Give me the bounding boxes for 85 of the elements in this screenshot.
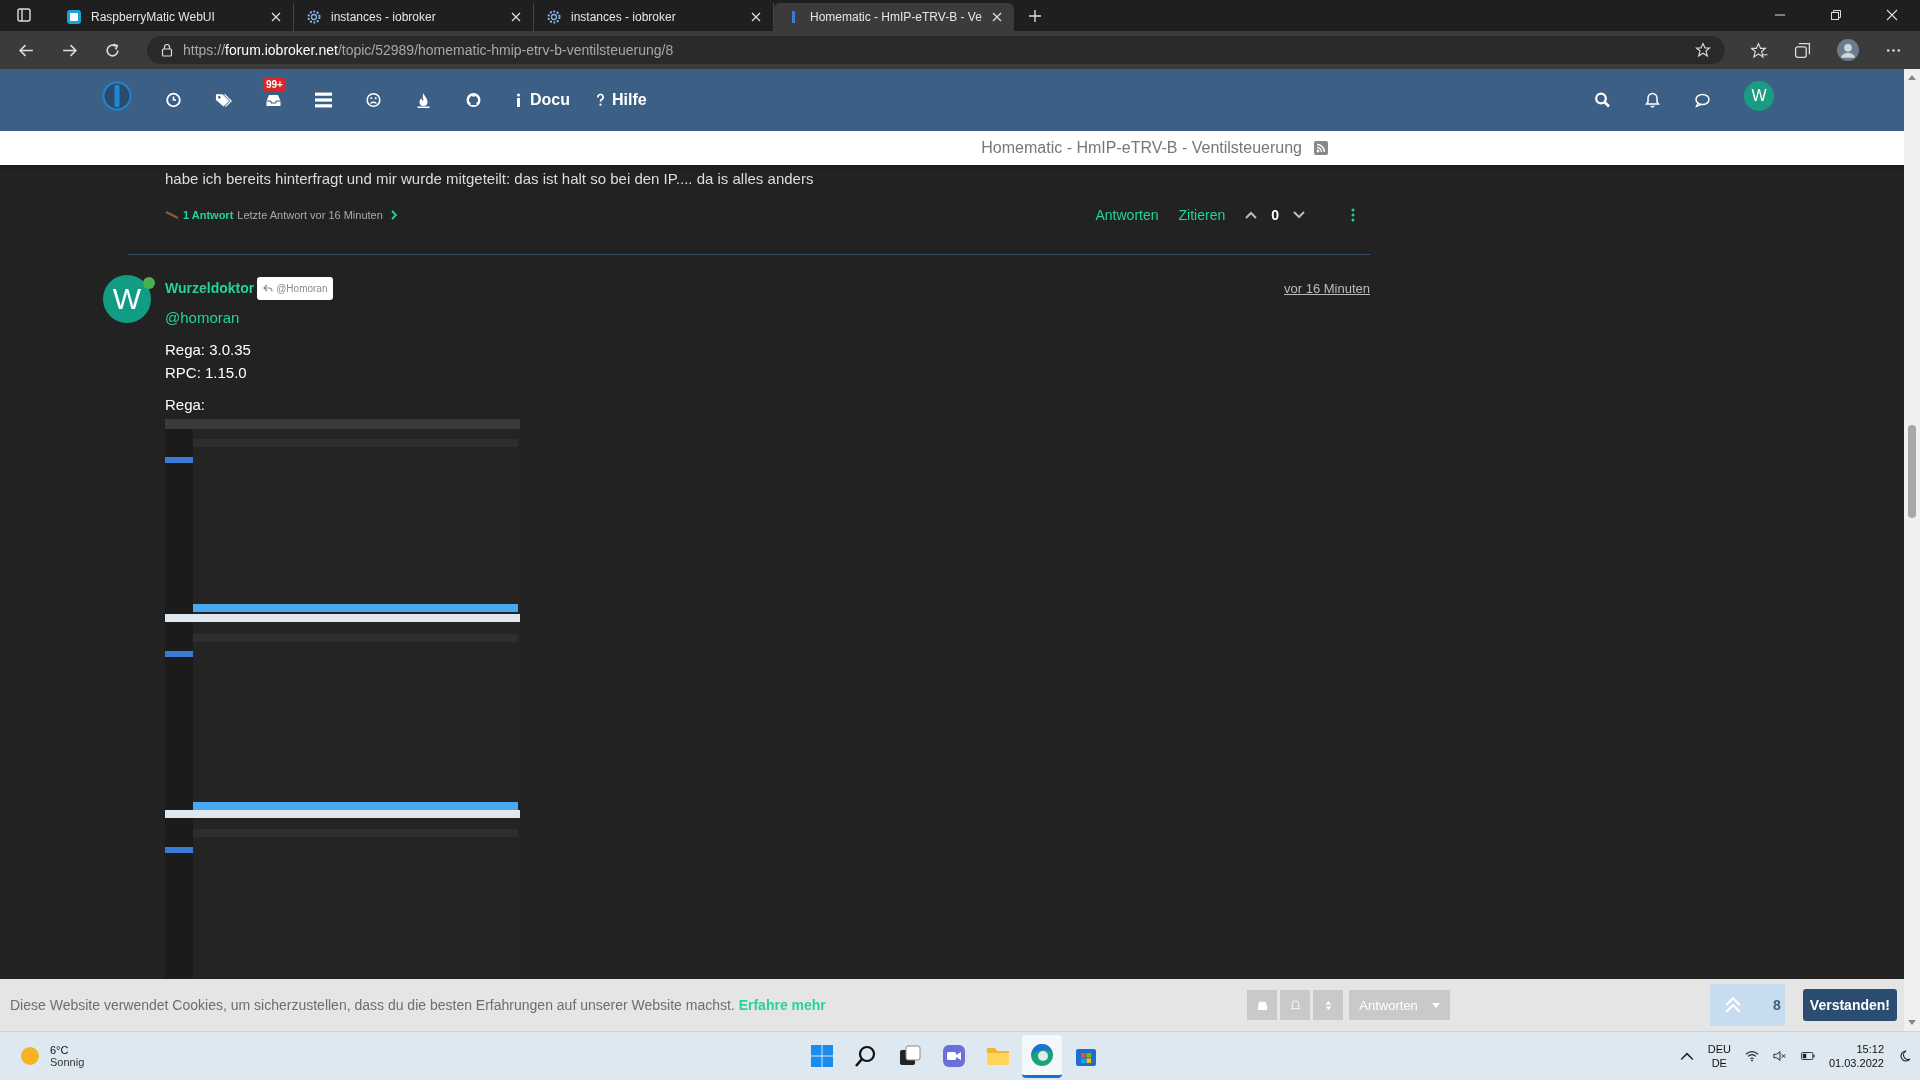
search-icon[interactable] bbox=[854, 1044, 878, 1068]
post-action-link[interactable]: Zitieren bbox=[1178, 207, 1226, 223]
post-text: Rega: bbox=[165, 395, 206, 415]
profile-avatar-icon[interactable] bbox=[1837, 39, 1859, 61]
inbox-icon[interactable] bbox=[265, 92, 282, 108]
rss-icon[interactable] bbox=[1314, 141, 1328, 155]
cookie-notice-text: Diese Website verwendet Cookies, um sicherzustellen, dass du die besten Erfahrungen auf unserer Website machst. Erfahre mehr bbox=[10, 997, 826, 1013]
gear-icon bbox=[306, 9, 322, 25]
more-options-icon[interactable] bbox=[1351, 208, 1355, 222]
tab-favicon-icon bbox=[66, 9, 82, 25]
accept-cookies-button[interactable]: Verstanden! bbox=[1802, 989, 1897, 1021]
github-icon[interactable] bbox=[465, 92, 482, 108]
address-field[interactable]: https://forum.iobroker.net/topic/52989/homematic-hmip-etrv-b-ventilsteuerung/8 bbox=[147, 36, 1725, 64]
list-icon[interactable] bbox=[315, 92, 332, 108]
tags-icon[interactable] bbox=[215, 92, 232, 108]
topic-title: Homematic - HmIP-eTRV-B - Ventilsteuerung bbox=[981, 139, 1302, 157]
scroll-to-top-panel[interactable]: 8 bbox=[1709, 984, 1785, 1026]
nav-link[interactable]: Docu bbox=[515, 91, 570, 109]
new-tab-icon[interactable] bbox=[1028, 9, 1042, 23]
vote-count: 0 bbox=[1271, 207, 1279, 223]
restore-icon[interactable] bbox=[1830, 9, 1842, 21]
nav-link[interactable]: Hilfe bbox=[597, 91, 647, 109]
scroll-thumb[interactable] bbox=[1908, 425, 1916, 518]
double-chevron-up-icon bbox=[1723, 996, 1742, 1014]
replies-link[interactable]: 1 Antwort bbox=[183, 209, 234, 221]
mention-link[interactable]: @homoran bbox=[165, 309, 240, 326]
bell-icon[interactable] bbox=[1644, 92, 1661, 108]
clock-icon[interactable] bbox=[165, 92, 182, 108]
upvote-icon[interactable] bbox=[1245, 211, 1258, 219]
scroll-down-arrow-icon[interactable] bbox=[1908, 1020, 1916, 1026]
browser-icon bbox=[1030, 1042, 1054, 1067]
post-text-line: Rega: 3.0.35 bbox=[165, 340, 251, 360]
scroll-up-arrow-icon[interactable] bbox=[1908, 74, 1916, 80]
favorites-icon[interactable] bbox=[1751, 41, 1768, 59]
caret-icon bbox=[1431, 1002, 1440, 1008]
question-mark-icon bbox=[597, 93, 604, 107]
inbox-icon bbox=[1256, 999, 1268, 1011]
close-icon[interactable] bbox=[271, 12, 281, 22]
browser-tab[interactable]: Homematic - HmIP-eTRV-B - Ve bbox=[774, 3, 1014, 31]
post-text: habe ich bereits hinterfragt und mir wurde mitgeteilt: das ist halt so bei den IP.... da is alles anders bbox=[165, 169, 815, 189]
task-view-icon[interactable] bbox=[898, 1044, 922, 1068]
info-icon bbox=[515, 93, 522, 107]
url-text: https://forum.iobroker.net/topic/52989/homematic-hmip-etrv-b-ventilsteuerung/8 bbox=[183, 42, 674, 58]
post-text-line: RPC: 1.15.0 bbox=[165, 363, 248, 383]
chevron-right-icon[interactable] bbox=[390, 210, 397, 220]
moon-icon[interactable] bbox=[1898, 1050, 1912, 1062]
post-counter: 8 bbox=[1773, 997, 1781, 1013]
favorite-star-icon[interactable] bbox=[1695, 42, 1711, 58]
wifi-icon[interactable] bbox=[1744, 1050, 1759, 1062]
close-icon[interactable] bbox=[751, 12, 761, 22]
post-time-link[interactable]: vor 16 Minuten bbox=[1284, 280, 1370, 296]
close-icon[interactable] bbox=[992, 12, 1002, 22]
collections-icon[interactable] bbox=[1794, 41, 1811, 59]
chevron-up-icon[interactable] bbox=[1679, 1050, 1694, 1062]
refresh-icon[interactable] bbox=[104, 41, 121, 59]
author-name[interactable]: Wurzeldoktor bbox=[165, 280, 255, 296]
downvote-icon[interactable] bbox=[1293, 211, 1305, 219]
start-icon[interactable] bbox=[810, 1044, 834, 1068]
muted-speaker-icon[interactable] bbox=[1772, 1050, 1787, 1062]
post-action-link[interactable]: Antworten bbox=[1095, 207, 1159, 223]
lock-icon bbox=[161, 43, 173, 57]
browser-taskbar-button[interactable] bbox=[1022, 1034, 1062, 1078]
tab-favicon-icon bbox=[792, 11, 795, 23]
input-language-indicator[interactable]: DEU DE bbox=[1707, 1042, 1731, 1070]
notification-badge: 99+ bbox=[263, 78, 286, 91]
temperature-text: 6°C bbox=[50, 1044, 70, 1056]
chat-icon[interactable] bbox=[1694, 92, 1711, 108]
clock-text[interactable]: 15:12 01.03.2022 bbox=[1828, 1042, 1884, 1070]
gear-icon bbox=[546, 9, 562, 25]
bell-icon bbox=[1289, 999, 1301, 1011]
video-chat-icon[interactable] bbox=[942, 1044, 966, 1068]
scrollbar[interactable] bbox=[1904, 69, 1920, 1031]
close-icon[interactable] bbox=[511, 12, 521, 22]
reply-icon bbox=[263, 284, 274, 292]
sun-icon bbox=[20, 1046, 40, 1066]
close-icon[interactable] bbox=[1886, 9, 1898, 21]
weather-text: Sonnig bbox=[50, 1056, 85, 1068]
fire-icon[interactable] bbox=[415, 92, 432, 108]
smiley-icon[interactable] bbox=[365, 92, 382, 108]
search-icon[interactable] bbox=[1594, 92, 1611, 108]
reply-avatar-icon bbox=[165, 210, 179, 220]
tab-actions-icon[interactable] bbox=[16, 7, 32, 23]
last-reply-text: Letzte Antwort vor 16 Minuten bbox=[237, 209, 383, 221]
battery-icon[interactable] bbox=[1800, 1050, 1815, 1062]
reply-to-badge[interactable]: @Homoran bbox=[257, 276, 334, 300]
